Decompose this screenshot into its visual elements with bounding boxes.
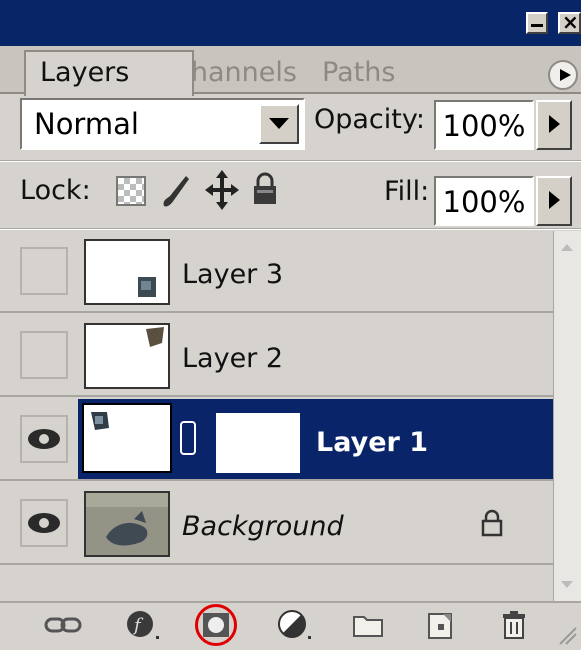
- resize-grip-icon[interactable]: [556, 620, 578, 646]
- minimize-button[interactable]: [526, 12, 548, 34]
- visibility-toggle[interactable]: [20, 499, 68, 547]
- lock-label: Lock:: [20, 175, 91, 206]
- fill-field[interactable]: 100%: [434, 176, 534, 226]
- close-icon: ×: [562, 10, 579, 34]
- layer-row-layer-2[interactable]: Layer 2: [0, 315, 553, 397]
- layer-name[interactable]: Layer 1: [316, 427, 428, 458]
- layer-lock-icon: [480, 509, 504, 537]
- new-layer-icon[interactable]: [422, 608, 458, 642]
- layer-mask-thumbnail[interactable]: [216, 413, 300, 473]
- scroll-down-arrow-icon[interactable]: [556, 574, 578, 596]
- link-layers-icon[interactable]: [44, 608, 82, 642]
- visibility-toggle[interactable]: [20, 415, 68, 463]
- layer-row-layer-1[interactable]: Layer 1: [0, 399, 553, 481]
- tab-layers[interactable]: Layers: [24, 50, 194, 96]
- fill-label: Fill:: [384, 176, 430, 207]
- divider: [0, 228, 581, 230]
- layer-style-icon[interactable]: f: [124, 608, 160, 642]
- divider: [0, 160, 581, 162]
- tab-paths[interactable]: Paths: [312, 52, 441, 94]
- layer-thumbnail[interactable]: [84, 491, 170, 557]
- layer-row-background[interactable]: Background: [0, 483, 553, 565]
- layer-thumbnail[interactable]: [84, 323, 170, 389]
- lock-all-padlock-icon[interactable]: [250, 172, 280, 206]
- layer-name[interactable]: Layer 3: [182, 259, 283, 290]
- layer-list-scrollbar[interactable]: [553, 231, 581, 601]
- eye-icon: [28, 513, 60, 533]
- highlight-ring: [195, 604, 237, 646]
- fill-slider-button[interactable]: [536, 176, 572, 226]
- layer-name[interactable]: Background: [182, 511, 344, 542]
- opacity-field[interactable]: 100%: [434, 100, 534, 150]
- opacity-label: Opacity:: [314, 104, 425, 135]
- close-button[interactable]: ×: [558, 10, 581, 34]
- layer-thumbnail[interactable]: [82, 403, 172, 473]
- panel-title-bar[interactable]: [0, 0, 581, 46]
- eye-icon: [28, 429, 60, 449]
- lock-transparency-icon[interactable]: [116, 176, 146, 206]
- layer-row-layer-3[interactable]: Layer 3: [0, 231, 553, 313]
- lock-position-move-icon[interactable]: [205, 170, 239, 210]
- lock-image-brush-icon[interactable]: [158, 172, 192, 210]
- visibility-toggle[interactable]: [20, 247, 68, 295]
- delete-layer-trash-icon[interactable]: [496, 608, 532, 642]
- scroll-up-arrow-icon[interactable]: [556, 236, 578, 258]
- layer-thumbnail[interactable]: [84, 239, 170, 305]
- layer-name[interactable]: Layer 2: [182, 343, 283, 374]
- mask-link-chain-icon[interactable]: [180, 421, 196, 455]
- adjustment-layer-icon[interactable]: [276, 608, 312, 642]
- panel-menu-button[interactable]: [548, 60, 578, 90]
- new-group-folder-icon[interactable]: [350, 608, 386, 642]
- opacity-slider-button[interactable]: [536, 100, 572, 150]
- visibility-toggle[interactable]: [20, 331, 68, 379]
- chevron-down-icon[interactable]: [259, 104, 299, 144]
- layer-list[interactable]: Layer 3 Layer 2 Layer 1 Background: [0, 231, 553, 601]
